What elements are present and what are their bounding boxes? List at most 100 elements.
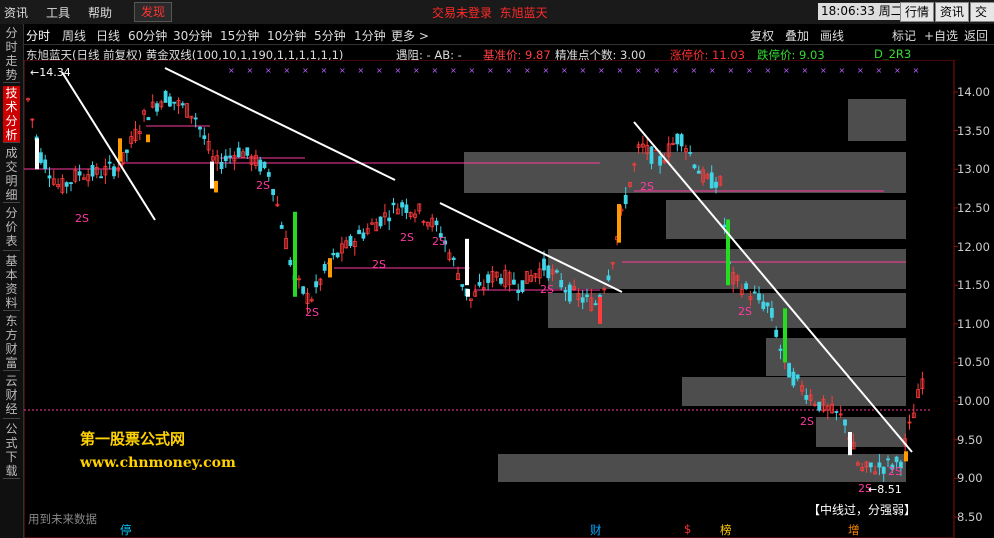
candle-body [623, 195, 628, 205]
candle-body [198, 126, 202, 130]
period-day[interactable]: 日线 [96, 27, 120, 44]
period-timeshare[interactable]: 分时 [26, 27, 50, 44]
watermark-url: www.chnmoney.com [80, 455, 236, 471]
candle-body [155, 103, 159, 112]
candle-body [761, 301, 766, 309]
candle-body [714, 181, 718, 188]
sidebar-tab-timeshare[interactable]: 分时走势 [3, 26, 20, 83]
tool-mark[interactable]: 标记 [892, 27, 916, 44]
menu-item-help[interactable]: 帮助 [88, 4, 112, 21]
signal-marker-2s: 2S [738, 305, 752, 318]
y-tick-label: 9.00 [957, 471, 983, 486]
news-button[interactable]: 资讯 [935, 2, 970, 22]
candle-body [688, 152, 693, 154]
clock-time: 18:06:33 [821, 4, 875, 18]
tool-overlay[interactable]: 叠加 [785, 27, 809, 44]
period-30m[interactable]: 30分钟 [173, 27, 212, 44]
candle-body [167, 96, 172, 107]
left-sidebar: 分时走势 技术分析 成交明细 分价表 基本资料 东方财富 云财经 公式下载 [0, 24, 24, 538]
candle-body [47, 175, 52, 179]
menu-item-news[interactable]: 资讯 [4, 4, 28, 21]
candle-body [125, 149, 129, 153]
tool-adjust[interactable]: 复权 [750, 27, 774, 44]
y-tick-label: 10.00 [957, 394, 990, 409]
signal-marker-2s: 2S [256, 179, 270, 192]
candle-body [757, 293, 761, 301]
signal-marker-2s: 2S [800, 415, 814, 428]
candle-body [314, 281, 319, 288]
sidebar-tab-trades[interactable]: 成交明细 [3, 146, 20, 203]
candle-body [499, 278, 503, 284]
candle-body [765, 302, 770, 307]
menu-item-discover[interactable]: 发现 [134, 2, 173, 22]
event-marker[interactable]: 榜 [720, 522, 732, 538]
event-marker[interactable]: 财 [590, 522, 602, 538]
candle-body [696, 170, 701, 174]
sidebar-tab-price-table[interactable]: 分价表 [3, 206, 20, 251]
candle-body [301, 286, 306, 294]
tool-back[interactable]: 返回 [964, 27, 988, 44]
sidebar-tab-eastmoney[interactable]: 东方财富 [3, 314, 20, 371]
special-bar-6 [328, 258, 332, 278]
event-marker[interactable]: 停 [120, 522, 132, 538]
y-tick-label: 11.00 [957, 316, 990, 331]
candle-body [99, 176, 103, 179]
top-x-mark: × [506, 66, 513, 75]
top-x-mark: × [839, 66, 846, 75]
candle-body [675, 133, 680, 145]
candle-body [563, 289, 568, 293]
trend-line-0 [61, 71, 156, 221]
top-x-mark: × [876, 66, 883, 75]
signal-marker-2s: 2S [400, 231, 414, 244]
period-5m[interactable]: 5分钟 [314, 27, 346, 44]
watermark-name: 第一股票公式网 [80, 430, 186, 448]
special-bar-5 [293, 211, 297, 297]
candle-body [894, 456, 899, 463]
candle-body [542, 258, 546, 271]
candle-body [791, 371, 796, 386]
candle-body [236, 147, 241, 158]
top-x-mark: × [469, 66, 476, 75]
quote-button[interactable]: 行情 [900, 2, 935, 22]
candle-body [511, 279, 516, 285]
tool-add-favorite[interactable]: +自选 [924, 27, 958, 44]
sidebar-tab-formula-download[interactable]: 公式下载 [3, 422, 20, 479]
signal-marker-2s: 2S [432, 235, 446, 248]
event-marker[interactable]: $ [684, 522, 691, 536]
top-x-mark: × [524, 66, 531, 75]
period-15m[interactable]: 15分钟 [220, 27, 259, 44]
event-marker[interactable]: 增 [848, 522, 860, 538]
period-10m[interactable]: 10分钟 [267, 27, 306, 44]
period-more[interactable]: 更多 > [391, 27, 429, 44]
candle-body [434, 220, 439, 226]
sidebar-tab-technical[interactable]: 技术分析 [3, 86, 20, 143]
top-x-mark: × [728, 66, 735, 75]
candle-body [69, 182, 73, 185]
candle-body [580, 297, 585, 303]
period-60m[interactable]: 60分钟 [128, 27, 167, 44]
candle-body [228, 155, 233, 158]
sidebar-tab-profile[interactable]: 基本资料 [3, 254, 20, 311]
candle-body [477, 282, 482, 286]
candle-body [378, 216, 383, 227]
tool-draw[interactable]: 画线 [820, 27, 844, 44]
period-1m[interactable]: 1分钟 [354, 27, 386, 44]
top-x-mark: × [913, 66, 920, 75]
special-bar-11 [726, 219, 730, 286]
sidebar-tab-cloud[interactable]: 云财经 [3, 374, 20, 419]
top-x-mark: × [376, 66, 383, 75]
special-bar-4 [214, 180, 218, 193]
candle-body [335, 252, 340, 258]
period-week[interactable]: 周线 [62, 27, 86, 44]
candle-body [262, 161, 267, 169]
candle-body [331, 252, 336, 256]
menu-item-tools[interactable]: 工具 [46, 4, 70, 21]
candle-body [834, 411, 839, 413]
login-status-text: 交易未登录 [432, 6, 493, 20]
candle-body [163, 90, 168, 103]
candle-body [795, 374, 800, 379]
candle-body [649, 146, 654, 164]
trade-button[interactable]: 交易 [970, 2, 994, 22]
candle-body [555, 270, 559, 273]
special-bar-3 [210, 161, 214, 189]
